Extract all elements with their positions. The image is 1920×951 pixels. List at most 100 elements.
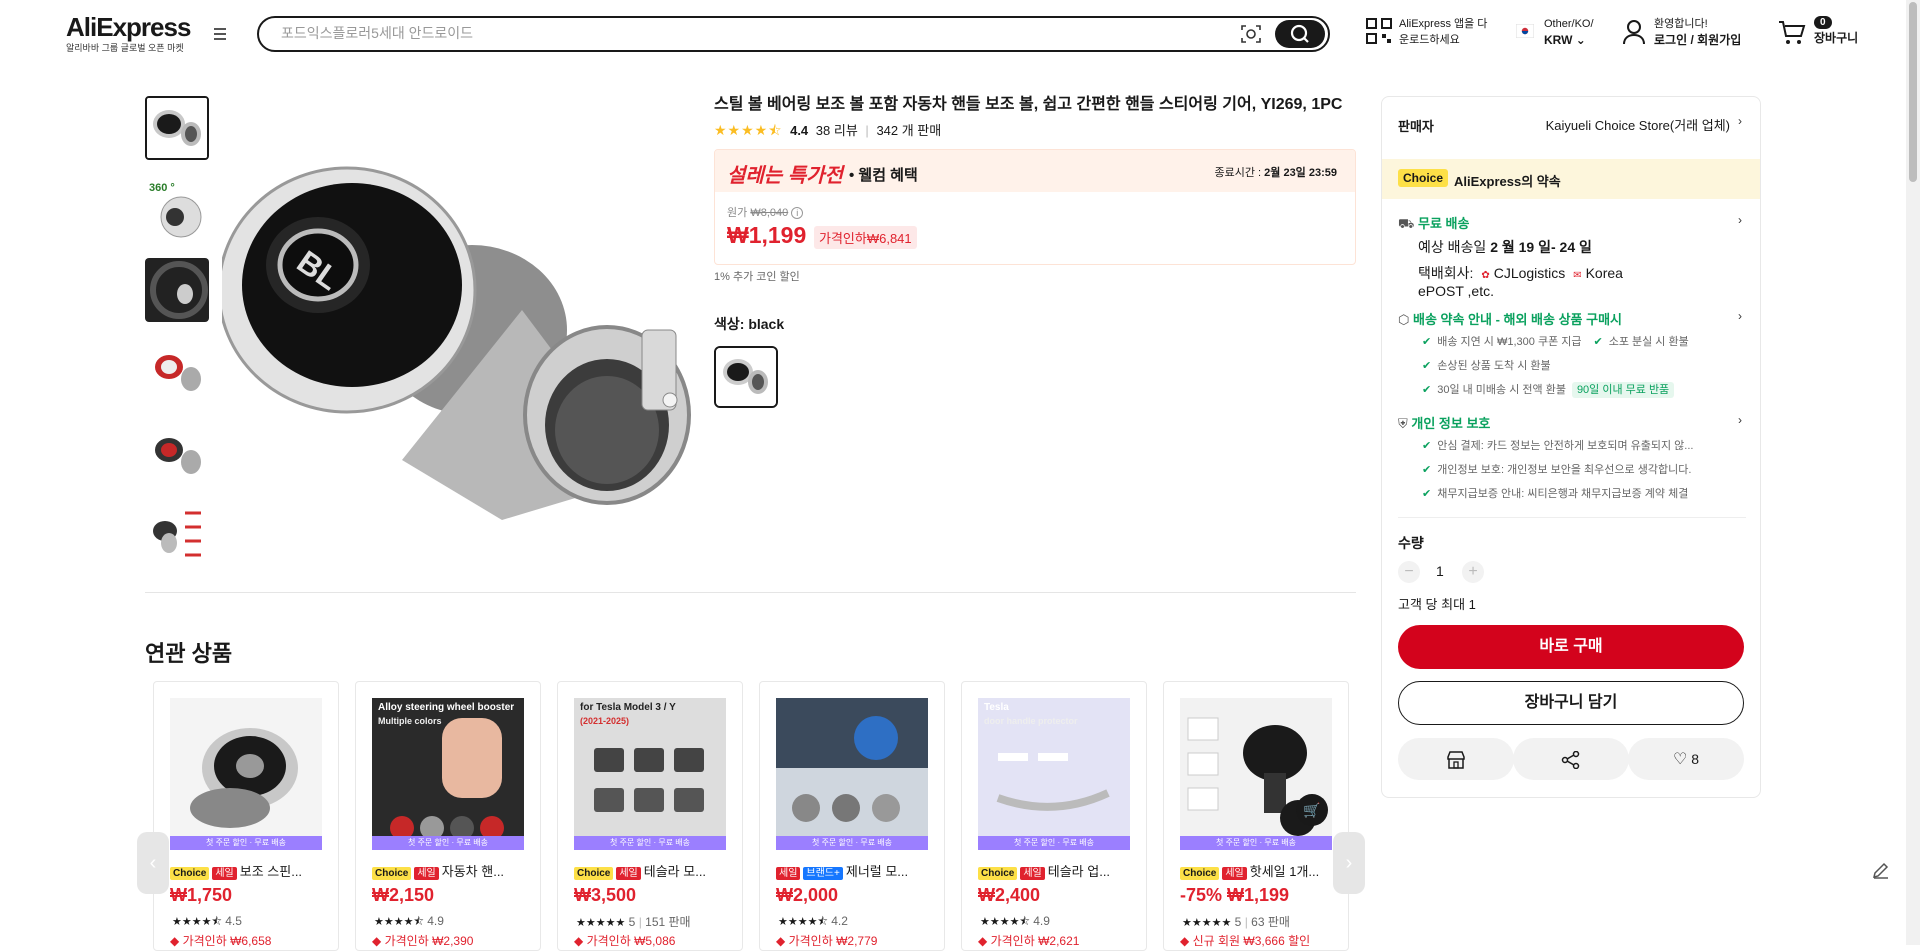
card-image-subtext: door handle protector — [984, 716, 1078, 726]
quantity-value[interactable]: 1 — [1436, 563, 1444, 579]
buy-now-button[interactable]: 바로 구매 — [1398, 625, 1744, 669]
main-product-image[interactable]: BL — [222, 160, 692, 540]
quantity-label: 수량 — [1398, 535, 1424, 551]
related-product-card[interactable]: 첫 주문 할인 · 무료 배송 Choice 세일 보조 스핀... ₩1,750 … — [153, 681, 339, 951]
aliexpress-logo[interactable]: AliExpress — [66, 12, 191, 43]
carousel-next-button[interactable]: › — [1333, 832, 1365, 894]
cart-icon — [1779, 21, 1806, 44]
wishlist-button[interactable]: ♡ 8 — [1628, 738, 1744, 780]
card-price: ₩2,000 — [776, 885, 839, 905]
card-product-image[interactable]: 첫 주문 할인 · 무료 배송 🛒 — [1180, 698, 1332, 850]
coin-icon: ◆ — [170, 934, 180, 948]
hamburger-menu-icon[interactable] — [212, 28, 228, 42]
delivery-guarantee-row[interactable]: ⬡ 배송 약속 안내 - 해외 배송 상품 구매시 — [1398, 309, 1622, 328]
carrier-etc: ePOST ,etc. — [1418, 283, 1494, 299]
original-price: 원가 ₩8,040 i — [727, 204, 804, 220]
related-product-card[interactable]: 첫 주문 할인 · 무료 배송 🛒 Choice 세일 핫세일 1개... -75%… — [1163, 681, 1349, 951]
chevron-down-icon: ⌄ — [1575, 33, 1586, 47]
original-price-label: 원가 — [727, 207, 748, 219]
card-discount-value: 가격인하 ₩2,390 — [384, 934, 474, 948]
product-badge: 세일 — [776, 867, 801, 880]
card-rating-value: 5 — [1234, 915, 1242, 929]
guarantee-item: ✔ 배송 지연 시 ₩1,300 쿠폰 지급 ✔ 소포 분실 시 환불 — [1422, 333, 1689, 349]
card-product-image[interactable]: 첫 주문 할인 · 무료 배송 — [170, 698, 322, 850]
original-price-value: ₩8,040 — [750, 207, 789, 219]
login-link[interactable]: 로그인 / 회원가입 — [1654, 32, 1741, 48]
search-input[interactable] — [281, 25, 1181, 41]
related-product-card[interactable]: for Tesla Model 3 / Y (2021-2025) 첫 주문 할… — [557, 681, 743, 951]
color-option-black[interactable] — [714, 346, 778, 408]
edit-feedback-icon[interactable] — [1871, 860, 1891, 880]
product-badge: 세일 — [414, 867, 439, 880]
info-icon[interactable]: i — [791, 207, 804, 219]
card-discount-text: ◆ 가격인하 ₩6,658 — [170, 932, 271, 949]
card-rating-value: 4.9 — [427, 914, 444, 928]
card-title: 세일 브랜드+ 제너럴 모... — [776, 861, 936, 880]
card-promo-strip: 첫 주문 할인 · 무료 배송 — [1180, 836, 1332, 850]
thumbnail-6[interactable] — [145, 501, 209, 565]
card-rating: ★★★★★ 5 | 151 판매 — [576, 913, 691, 930]
camera-search-icon[interactable] — [1240, 24, 1262, 44]
product-badge: 세일 — [1020, 867, 1045, 880]
check-icon: ✔ — [1422, 384, 1432, 396]
product-badge: 세일 — [1222, 867, 1247, 880]
panel-divider — [1398, 517, 1746, 518]
free-shipping-row[interactable]: ⛟ 무료 배송 — [1398, 213, 1469, 234]
carousel-prev-button[interactable]: ‹ — [137, 832, 169, 894]
promo-welcome-label: • 웰컴 혜택 — [849, 167, 918, 184]
thumbnail-5[interactable] — [145, 420, 209, 484]
quantity-limit: 고객 당 최대 1 — [1398, 597, 1476, 612]
card-product-image[interactable]: Tesla door handle protector 첫 주문 할인 · 무료… — [978, 698, 1130, 850]
cart-link[interactable]: 0 장바구니 — [1778, 16, 1858, 46]
truck-icon: ⛟ — [1398, 216, 1415, 231]
privacy-text: 채무지급보증 안내: 씨티은행과 채무지급보증 계약 체결 — [1437, 488, 1689, 500]
card-product-image[interactable]: 첫 주문 할인 · 무료 배송 — [776, 698, 928, 850]
scrollbar-thumb[interactable] — [1909, 2, 1917, 182]
search-icon — [1290, 24, 1309, 43]
guarantee-title: 배송 약속 안내 - 해외 배송 상품 구매시 — [1412, 312, 1622, 327]
check-icon: ✔ — [1422, 464, 1432, 476]
app-download-line2: 운로드하세요 — [1399, 34, 1460, 46]
account-menu[interactable]: 환영합니다! 로그인 / 회원가입 — [1622, 16, 1741, 48]
app-download[interactable]: AliExpress 앱을 다 운로드하세요 — [1366, 16, 1487, 48]
card-rating: ★★★★⯪ 4.9 — [980, 913, 1050, 932]
store-button[interactable] — [1398, 738, 1514, 780]
guarantee-text: 배송 지연 시 ₩1,300 쿠폰 지급 — [1437, 336, 1582, 348]
privacy-text: 안심 결제: 카드 정보는 안전하게 보호되며 유출되지 않... — [1437, 440, 1694, 452]
eta-label: 예상 배송일 — [1418, 239, 1487, 255]
rating-row[interactable]: ★★★★⯪ 4.4 38 리뷰 | 342 개 판매 — [714, 120, 941, 144]
quantity-minus-button[interactable]: − — [1398, 561, 1420, 583]
check-icon: ✔ — [1422, 360, 1432, 372]
locale-selector[interactable]: Other/KO/ KRW ⌄ — [1516, 16, 1594, 48]
page-scrollbar[interactable] — [1906, 0, 1920, 945]
product-badge: Choice — [978, 867, 1018, 880]
thumbnail-2[interactable]: 360 ° — [145, 177, 209, 241]
card-title: Choice 세일 보조 스핀... — [170, 861, 330, 880]
privacy-row[interactable]: ⛨ 개인 정보 보호 — [1398, 413, 1490, 432]
thumbnail-1[interactable] — [145, 96, 209, 160]
card-product-image[interactable]: for Tesla Model 3 / Y (2021-2025) 첫 주문 할… — [574, 698, 726, 850]
card-discount-text: ◆ 가격인하 ₩2,779 — [776, 932, 877, 949]
seller-name[interactable]: Kaiyueli Choice Store(거래 업체) — [1546, 115, 1730, 134]
coin-icon: ◆ — [776, 934, 786, 948]
review-count[interactable]: 38 리뷰 — [816, 123, 858, 138]
related-product-card[interactable]: Alloy steering wheel booster Multiple co… — [355, 681, 541, 951]
thumbnail-4[interactable] — [145, 339, 209, 403]
card-stars: ★★★★⯪ — [374, 916, 424, 928]
thumbnail-3[interactable] — [145, 258, 209, 322]
card-product-image[interactable]: Alloy steering wheel booster Multiple co… — [372, 698, 524, 850]
share-button[interactable] — [1513, 738, 1629, 780]
card-discount-value: 가격인하 ₩6,658 — [182, 934, 272, 948]
related-product-card[interactable]: 첫 주문 할인 · 무료 배송 세일 브랜드+ 제너럴 모... ₩2,000 ★★… — [759, 681, 945, 951]
add-to-cart-button[interactable]: 장바구니 담기 — [1398, 681, 1744, 725]
rating-stars: ★★★★⯪ — [714, 122, 783, 138]
section-divider — [145, 592, 1356, 593]
add-to-cart-icon[interactable]: 🛒 — [1296, 794, 1328, 826]
card-promo-strip: 첫 주문 할인 · 무료 배송 — [574, 836, 726, 850]
product-badge: Choice — [1180, 867, 1220, 880]
search-button[interactable] — [1275, 20, 1325, 48]
quantity-plus-button[interactable]: + — [1462, 561, 1484, 583]
product-badge: 세일 — [616, 867, 641, 880]
related-product-card[interactable]: Tesla door handle protector 첫 주문 할인 · 무료… — [961, 681, 1147, 951]
promo-price-box: 설레는 특가전 • 웰컴 혜택 종료시간 : 2월 23일 23:59 원가 ₩… — [714, 149, 1356, 265]
